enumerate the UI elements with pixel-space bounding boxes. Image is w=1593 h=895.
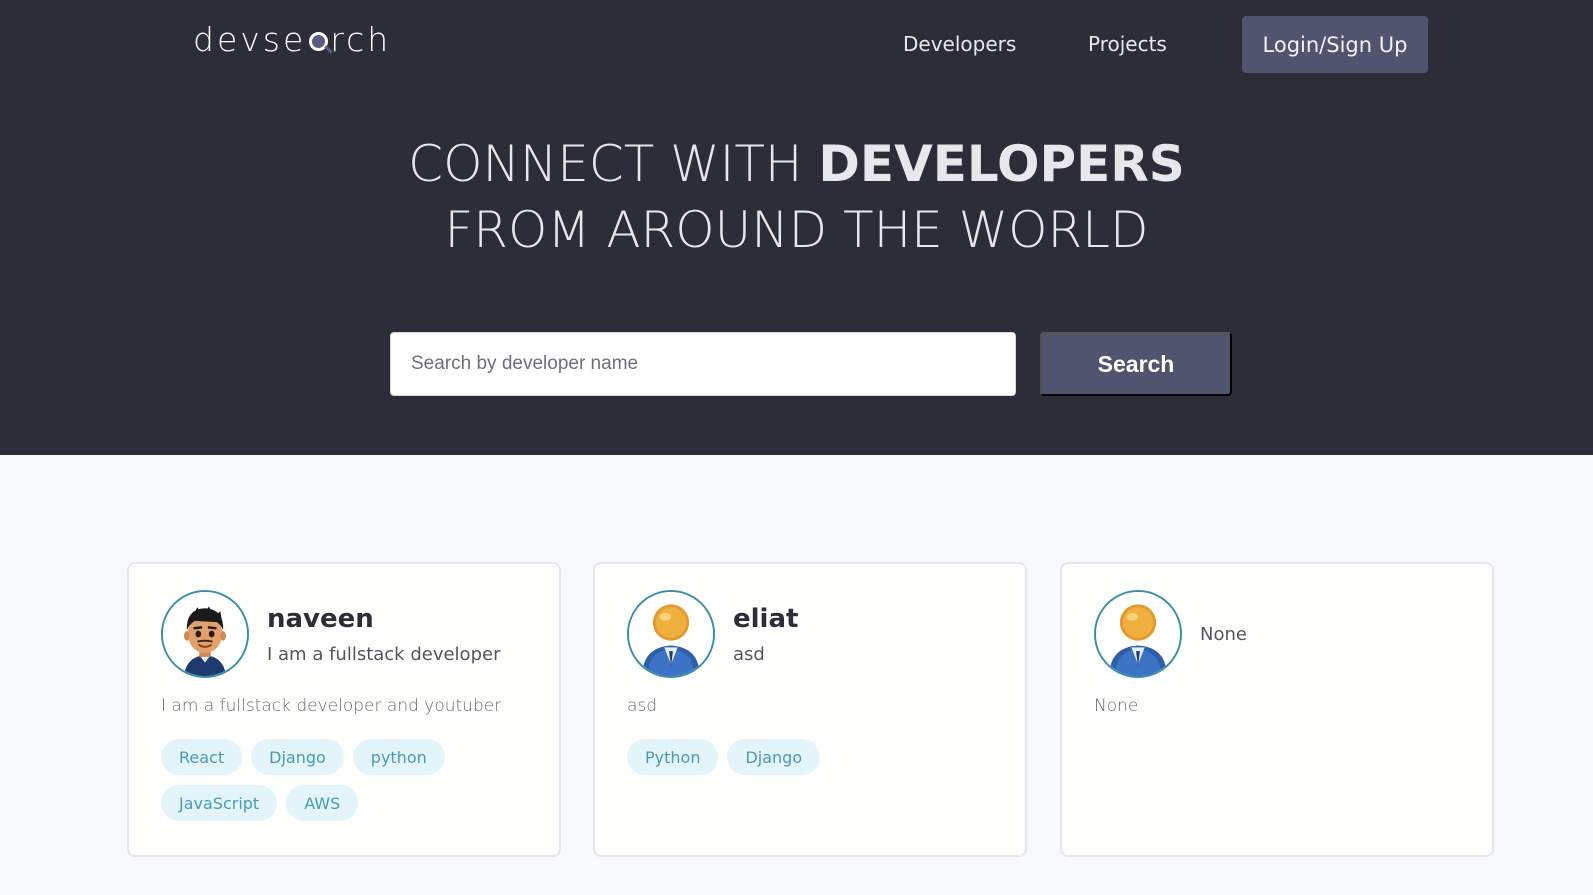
- developer-name[interactable]: naveen: [267, 604, 374, 634]
- developer-title: I am a fullstack developer: [267, 644, 501, 665]
- search-field: [390, 332, 1016, 396]
- headline-line-two: FROM AROUND THE WORLD: [444, 201, 1149, 259]
- logo-text-prefix: devse: [193, 19, 307, 59]
- cartoon-man-avatar-icon: [163, 592, 247, 676]
- nav-link-projects[interactable]: Projects: [1088, 16, 1167, 72]
- skill-tag[interactable]: React: [161, 739, 243, 775]
- headline-bold-text: DEVELOPERS: [818, 135, 1185, 193]
- developer-card[interactable]: eliat asd asd Python Django: [593, 562, 1027, 857]
- login-signup-button[interactable]: Login/Sign Up: [1242, 16, 1428, 73]
- developer-name[interactable]: eliat: [733, 604, 798, 634]
- skill-tag[interactable]: JavaScript: [161, 785, 278, 821]
- avatar: [627, 590, 715, 678]
- developer-bio: asd: [627, 696, 658, 716]
- nav-link-developers[interactable]: Developers: [903, 16, 1016, 72]
- skill-tag[interactable]: python: [352, 739, 445, 775]
- default-user-avatar-icon: [1096, 592, 1180, 676]
- default-user-avatar-icon: [629, 592, 713, 676]
- magnifier-icon: [306, 24, 334, 54]
- avatar: [161, 590, 249, 678]
- hero-section: devse rch Developers Projects Login/Sign…: [0, 0, 1593, 455]
- skill-tag[interactable]: Python: [627, 739, 719, 775]
- developer-bio: None: [1094, 696, 1139, 716]
- devsearch-logo[interactable]: devse rch: [193, 17, 391, 61]
- hero-headline: CONNECT WITH DEVELOPERS FROM AROUND THE …: [0, 131, 1593, 263]
- skill-tag[interactable]: AWS: [286, 785, 359, 821]
- developer-title: asd: [733, 644, 765, 665]
- developer-bio: I am a fullstack developer and youtuber: [161, 696, 502, 716]
- search-button[interactable]: Search: [1040, 332, 1232, 396]
- developer-card[interactable]: naveen I am a fullstack developer I am a…: [127, 562, 561, 857]
- skill-tags: React Django python JavaScript AWS: [161, 739, 541, 821]
- developer-card[interactable]: None None: [1060, 562, 1494, 857]
- skill-tags: Python Django: [627, 739, 1007, 775]
- avatar: [1094, 590, 1182, 678]
- skill-tag[interactable]: Django: [251, 739, 344, 775]
- headline-light-text: CONNECT WITH: [408, 135, 819, 193]
- logo-text-suffix: rch: [330, 19, 392, 59]
- search-input[interactable]: [391, 333, 1015, 395]
- skill-tag[interactable]: Django: [727, 739, 821, 775]
- developer-title: None: [1200, 624, 1247, 645]
